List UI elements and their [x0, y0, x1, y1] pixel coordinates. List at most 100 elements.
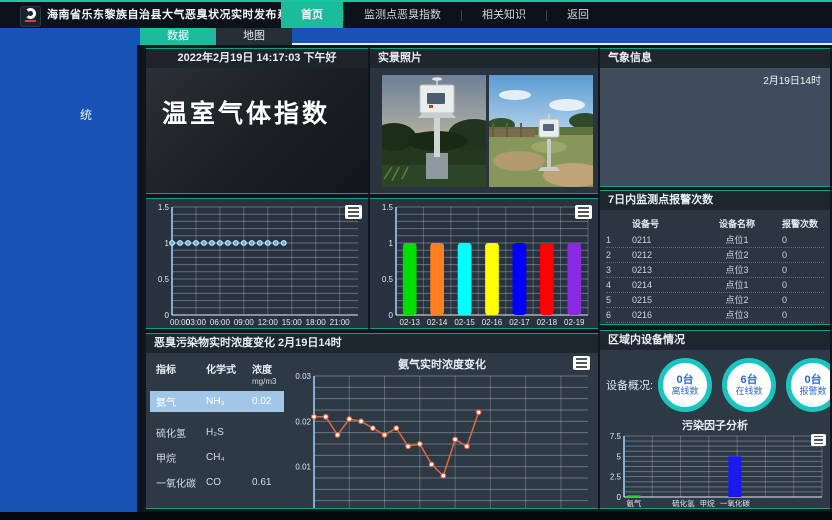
photo-panel: 实景照片	[370, 48, 598, 194]
odor-body: 指标 化学式 浓度 mg/m3 氨气NH₃0.02 硫化氢H₂S 甲烷CH₄ 一氧化碳…	[146, 353, 598, 508]
svg-text:12:00: 12:00	[258, 318, 279, 327]
svg-text:1: 1	[165, 239, 170, 248]
tab-map[interactable]: 地图	[216, 28, 292, 45]
alarm-table-row: 50215点位20	[606, 293, 824, 308]
device-id-cell: 0214	[632, 278, 692, 292]
alarm-panel: 7日内监测点报警次数 设备号 设备名称 报警次数 10211点位1020212点…	[600, 190, 830, 325]
svg-text:02-14: 02-14	[427, 318, 448, 327]
row-index-cell: 4	[606, 278, 632, 292]
svg-text:0.03: 0.03	[295, 372, 311, 381]
odor-table-row[interactable]: 氨气NH₃0.02	[150, 391, 284, 412]
svg-text:02-16: 02-16	[482, 318, 503, 327]
circle-label: 报警数	[800, 386, 827, 397]
svg-text:02-18: 02-18	[537, 318, 558, 327]
device-overview-label: 设备概况:	[606, 377, 653, 393]
weather-time: 2月19日14时	[600, 68, 830, 87]
svg-text:15:00: 15:00	[282, 318, 303, 327]
odor-unit: mg/m3	[252, 377, 276, 386]
nav-item-back[interactable]: 返回	[547, 2, 609, 28]
device-panel-title: 区域内设备情况	[600, 331, 830, 350]
indicator-cell: 一氧化碳	[156, 475, 206, 490]
svg-text:0.5: 0.5	[382, 275, 394, 284]
alarm-count-cell: 0	[782, 293, 824, 307]
device-count-circle: 6台在线数	[722, 358, 776, 412]
svg-text:0: 0	[165, 311, 170, 320]
svg-text:02-19: 02-19	[564, 318, 585, 327]
alarm-table-header: 设备号 设备名称 报警次数	[600, 210, 830, 233]
circle-label: 在线数	[736, 386, 763, 397]
alarm-count-cell: 0	[782, 308, 824, 322]
odor-table-row[interactable]: 硫化氢H₂S	[150, 422, 284, 443]
row-index-cell: 5	[606, 293, 632, 307]
daily-bars-chart[interactable]: 02-1302-1402-1502-1602-1702-1802-1900.51…	[370, 199, 598, 328]
formula-cell: CH₄	[206, 452, 252, 463]
nav-item-home[interactable]: 首页	[281, 2, 343, 28]
alarm-table-row: 20212点位20	[606, 248, 824, 263]
odor-panel-title: 恶臭污染物实时浓度变化 2月19日14时	[146, 334, 598, 353]
svg-text:0: 0	[389, 311, 394, 320]
device-id-cell: 0213	[632, 263, 692, 277]
svg-text:02-15: 02-15	[454, 318, 475, 327]
alarm-col-count: 报警次数	[782, 217, 824, 230]
device-id-cell: 0216	[632, 308, 692, 322]
svg-text:2.5: 2.5	[610, 473, 622, 482]
odor-table-header: 指标 化学式 浓度 mg/m3	[150, 357, 286, 389]
odor-col-formula: 化学式	[206, 361, 252, 387]
svg-text:0: 0	[307, 508, 312, 509]
svg-text:硫化氢: 硫化氢	[672, 498, 695, 508]
index-line-chart[interactable]: 00:0003:0006:0009:0012:0015:0018:0021:00…	[146, 199, 368, 328]
left-sidebar: 统	[0, 28, 137, 512]
chart-toolbox-menu-icon[interactable]	[811, 434, 826, 446]
app-title: 海南省乐东黎族自治县大气恶臭状况实时发布系	[47, 2, 289, 28]
svg-text:21:00: 21:00	[330, 318, 351, 327]
daily-bars-panel: 02-1302-1402-1502-1602-1702-1802-1900.51…	[370, 198, 598, 329]
chart-toolbox-menu-icon[interactable]	[573, 356, 590, 370]
svg-text:1.5: 1.5	[382, 203, 394, 212]
logo-mark-icon	[25, 8, 36, 19]
device-name-cell: 点位1	[692, 233, 782, 247]
odor-table-row[interactable]: 甲烷CH₄	[150, 447, 284, 468]
nav-item-odor-index[interactable]: 监测点恶臭指数	[344, 2, 461, 28]
alarm-count-cell: 0	[782, 263, 824, 277]
svg-text:1.5: 1.5	[158, 203, 170, 212]
odor-table: 指标 化学式 浓度 mg/m3 氨气NH₃0.02 硫化氢H₂S 甲烷CH₄ 一氧化碳…	[146, 353, 286, 508]
alarm-table-body: 10211点位1020212点位2030213点位3040214点位105021…	[600, 233, 830, 323]
row-index-cell: 3	[606, 263, 632, 277]
tab-data[interactable]: 数据	[140, 28, 216, 45]
banner-body: 温室气体指数	[146, 68, 368, 193]
factor-bars-chart[interactable]: 氨气硫化氢甲烷一氧化碳02.557.5	[600, 432, 830, 508]
site-photo-dusk	[382, 75, 486, 187]
banner-panel: 2022年2月19日 14:17:03 下午好 温室气体指数	[146, 48, 368, 194]
row-index-cell: 1	[606, 233, 632, 247]
device-id-cell: 0211	[632, 233, 692, 247]
photo-panel-title: 实景照片	[370, 49, 598, 68]
circle-label: 离线数	[672, 386, 699, 397]
nav-item-knowledge[interactable]: 相关知识	[462, 2, 546, 28]
title-wrap-text: 统	[80, 106, 92, 123]
indicator-cell: 氨气	[156, 394, 206, 409]
alarm-panel-title: 7日内监测点报警次数	[600, 191, 830, 210]
device-name-cell: 点位3	[692, 308, 782, 322]
odor-table-row[interactable]: 一氧化碳CO0.61	[150, 472, 284, 493]
device-id-cell: 0212	[632, 248, 692, 262]
alarm-count-cell: 0	[782, 233, 824, 247]
dashboard-page: 海南省乐东黎族自治县大气恶臭状况实时发布系 首页 监测点恶臭指数 相关知识 返回…	[0, 0, 832, 520]
device-panel: 区域内设备情况 设备概况: 0台离线数6台在线数0台报警数 污染因子分析 氨气硫…	[600, 330, 830, 509]
alarm-table-row: 60216点位30	[606, 308, 824, 323]
value-cell: 0.61	[252, 477, 284, 488]
weather-body: 2月19日14时	[600, 68, 830, 186]
svg-text:一氧化碳: 一氧化碳	[720, 498, 750, 508]
device-circles: 0台离线数6台在线数0台报警数	[658, 358, 830, 412]
device-name-cell: 点位1	[692, 278, 782, 292]
chart-toolbox-menu-icon[interactable]	[575, 205, 592, 219]
device-count-circle: 0台报警数	[786, 358, 830, 412]
factor-chart-title: 污染因子分析	[600, 414, 830, 431]
alarm-col-device-id: 设备号	[632, 217, 692, 230]
nh3-line-chart[interactable]: 00:0003:0006:0009:0012:0015:0018:0021:00…	[286, 370, 598, 509]
device-name-cell: 点位2	[692, 293, 782, 307]
device-id-cell: 0215	[632, 293, 692, 307]
svg-text:0.02: 0.02	[295, 417, 311, 426]
site-photo-day	[489, 75, 593, 187]
svg-text:02-13: 02-13	[399, 318, 420, 327]
chart-toolbox-menu-icon[interactable]	[345, 205, 362, 219]
